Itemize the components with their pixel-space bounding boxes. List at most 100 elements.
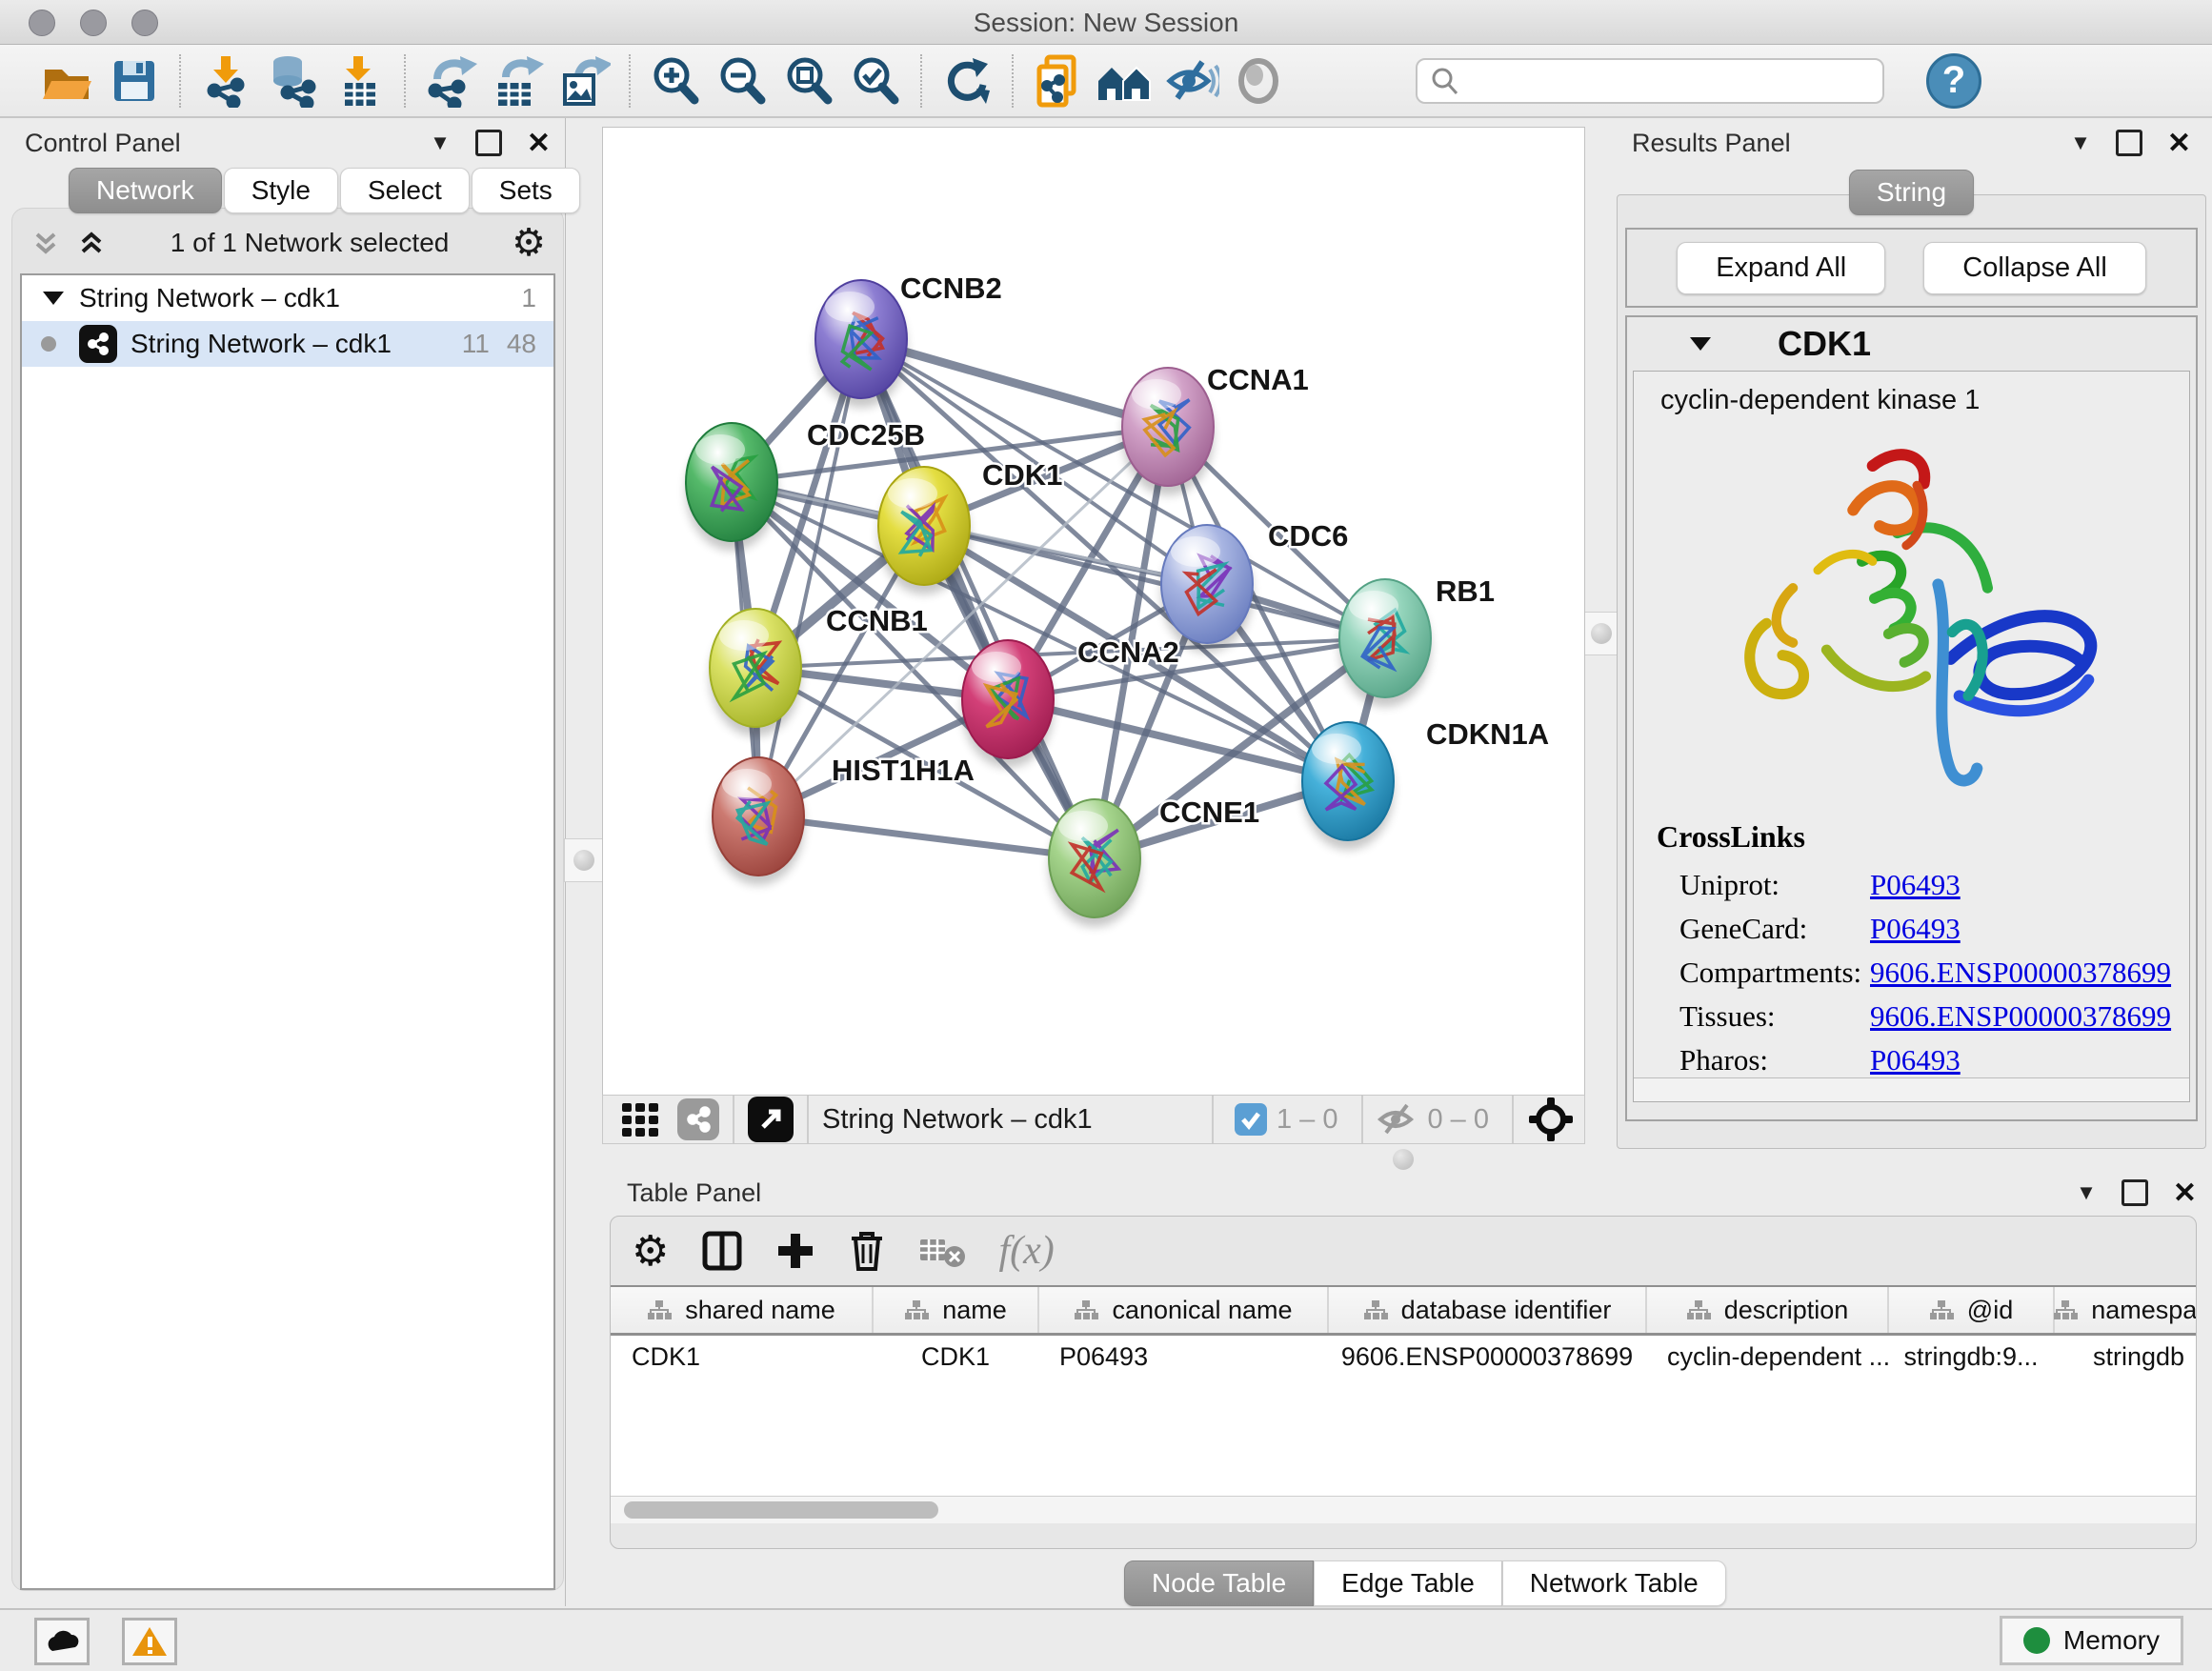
network-node-CCNE1[interactable] xyxy=(1049,799,1140,917)
float-panel-icon[interactable] xyxy=(2122,1179,2148,1206)
share-view-icon[interactable] xyxy=(677,1098,719,1140)
network-export-icon[interactable] xyxy=(417,53,484,109)
tab-sets[interactable]: Sets xyxy=(472,168,580,213)
right-splitter-handle[interactable] xyxy=(1581,612,1621,655)
table-cell[interactable]: P06493 xyxy=(1038,1335,1328,1379)
refresh-icon[interactable] xyxy=(934,53,1000,109)
columns-icon[interactable] xyxy=(701,1230,743,1272)
add-column-icon[interactable] xyxy=(775,1231,815,1271)
network-node-CDKN1A[interactable] xyxy=(1302,722,1394,840)
crosslink-link[interactable]: P06493 xyxy=(1870,868,1961,902)
close-panel-icon[interactable]: ✕ xyxy=(2167,127,2191,160)
table-import-icon[interactable] xyxy=(326,53,392,109)
tab-edge-table[interactable]: Edge Table xyxy=(1314,1560,1502,1606)
table-cell[interactable]: stringdb xyxy=(2054,1335,2197,1379)
search-input[interactable] xyxy=(1461,65,1846,96)
database-import-icon[interactable] xyxy=(259,53,326,109)
tab-network-table[interactable]: Network Table xyxy=(1502,1560,1726,1606)
tree-expand-icon[interactable] xyxy=(43,292,64,305)
birdseye-crosshair-icon[interactable] xyxy=(1527,1096,1575,1143)
collapse-panel-icon[interactable]: ▼ xyxy=(2076,1180,2097,1205)
function-icon[interactable]: f(x) xyxy=(998,1228,1054,1274)
selected-checkbox[interactable] xyxy=(1235,1103,1267,1136)
crosslink-link[interactable]: P06493 xyxy=(1870,1043,1961,1077)
float-panel-icon[interactable] xyxy=(2116,130,2142,156)
section-expand-icon[interactable] xyxy=(1690,337,1711,351)
network-collection-row[interactable]: String Network – cdk1 1 xyxy=(22,275,553,321)
table-cell[interactable]: CDK1 xyxy=(873,1335,1038,1379)
detach-view-icon[interactable] xyxy=(748,1097,794,1142)
network-node-CCNA2[interactable] xyxy=(962,640,1054,758)
expand-all-icon[interactable] xyxy=(75,227,108,259)
warning-button[interactable] xyxy=(122,1618,177,1665)
node-table[interactable]: shared namenamecanonical namedatabase id… xyxy=(611,1285,2196,1523)
network-node-CDK1[interactable] xyxy=(878,467,970,585)
file-network-icon[interactable] xyxy=(1025,53,1092,109)
results-horizontal-scrollbar[interactable] xyxy=(1634,1077,2189,1101)
network-row[interactable]: String Network – cdk1 11 48 xyxy=(22,321,553,367)
table-horizontal-scrollbar[interactable] xyxy=(611,1496,2196,1523)
zoom-out-icon[interactable] xyxy=(709,53,775,109)
column-header-description[interactable]: description xyxy=(1646,1287,1888,1335)
network-edge[interactable] xyxy=(758,816,1095,858)
table-row[interactable]: CDK1CDK1P064939606.ENSP00000378699cyclin… xyxy=(611,1335,2197,1379)
save-icon[interactable] xyxy=(101,53,168,109)
crosslink-link[interactable]: P06493 xyxy=(1870,912,1961,946)
trash-icon[interactable] xyxy=(848,1229,886,1273)
column-header-id[interactable]: @id xyxy=(1888,1287,2054,1335)
tab-node-table[interactable]: Node Table xyxy=(1124,1560,1314,1606)
network-edge[interactable] xyxy=(758,339,861,816)
tab-select[interactable]: Select xyxy=(340,168,470,213)
network-node-CDC25B[interactable] xyxy=(686,423,777,541)
column-header-name[interactable]: name xyxy=(873,1287,1038,1335)
column-header-database-identifier[interactable]: database identifier xyxy=(1328,1287,1646,1335)
houses-icon[interactable] xyxy=(1092,53,1158,109)
close-panel-icon[interactable]: ✕ xyxy=(2173,1177,2197,1210)
tab-style[interactable]: Style xyxy=(224,168,338,213)
collapse-panel-icon[interactable]: ▼ xyxy=(430,131,451,155)
network-node-CCNB1[interactable] xyxy=(710,609,801,727)
float-panel-icon[interactable] xyxy=(475,130,502,156)
column-header-namespace[interactable]: namespace xyxy=(2054,1287,2197,1335)
collapse-all-button[interactable]: Collapse All xyxy=(1923,242,2146,294)
network-node-HIST1H1A[interactable] xyxy=(713,757,804,876)
gear-icon[interactable]: ⚙ xyxy=(512,221,546,265)
delete-table-icon[interactable] xyxy=(918,1232,966,1270)
zoom-in-icon[interactable] xyxy=(642,53,709,109)
zoom-selected-icon[interactable] xyxy=(842,53,909,109)
crosslink-link[interactable]: 9606.ENSP00000378699 xyxy=(1870,956,2171,990)
table-cell[interactable]: 9606.ENSP00000378699 xyxy=(1328,1335,1646,1379)
gear-icon[interactable]: ⚙ xyxy=(632,1227,669,1276)
table-cell[interactable]: stringdb:9... xyxy=(1888,1335,2054,1379)
crosslink-link[interactable]: 9606.ENSP00000378699 xyxy=(1870,999,2171,1034)
image-export-icon[interactable] xyxy=(551,53,617,109)
eye-icon[interactable] xyxy=(1225,53,1292,109)
eye-slash-icon[interactable] xyxy=(1158,53,1225,109)
column-header-canonical-name[interactable]: canonical name xyxy=(1038,1287,1328,1335)
scrollbar-thumb[interactable] xyxy=(624,1501,938,1519)
zoom-fit-icon[interactable] xyxy=(775,53,842,109)
cloud-button[interactable] xyxy=(34,1618,90,1665)
network-import-icon[interactable] xyxy=(192,53,259,109)
help-button[interactable]: ? xyxy=(1926,53,1981,109)
open-folder-icon[interactable] xyxy=(34,53,101,109)
tab-network[interactable]: Network xyxy=(69,168,222,213)
table-cell[interactable]: cyclin-dependent ... xyxy=(1646,1335,1888,1379)
network-node-CCNA1[interactable] xyxy=(1122,368,1214,486)
close-panel-icon[interactable]: ✕ xyxy=(527,127,551,160)
expand-all-button[interactable]: Expand All xyxy=(1677,242,1885,294)
column-header-shared-name[interactable]: shared name xyxy=(611,1287,873,1335)
memory-button[interactable]: Memory xyxy=(2000,1616,2183,1665)
table-cell[interactable]: CDK1 xyxy=(611,1335,873,1379)
network-node-CDC6[interactable] xyxy=(1161,525,1253,643)
network-node-CCNB2[interactable] xyxy=(815,280,907,398)
collapse-panel-icon[interactable]: ▼ xyxy=(2070,131,2091,155)
network-node-RB1[interactable] xyxy=(1339,579,1431,697)
bottom-splitter-handle[interactable] xyxy=(1393,1149,1414,1170)
collapse-all-icon[interactable] xyxy=(30,227,62,259)
gene-section-header[interactable]: CDK1 xyxy=(1627,317,2196,371)
tab-string[interactable]: String xyxy=(1849,170,1974,215)
grid-view-icon[interactable] xyxy=(618,1097,662,1141)
left-splitter-handle[interactable] xyxy=(564,838,604,882)
network-graph[interactable]: CCNB2CCNA1CDC25BCDK1CDC6RB1CCNB1CCNA2CDK… xyxy=(602,127,1585,1096)
